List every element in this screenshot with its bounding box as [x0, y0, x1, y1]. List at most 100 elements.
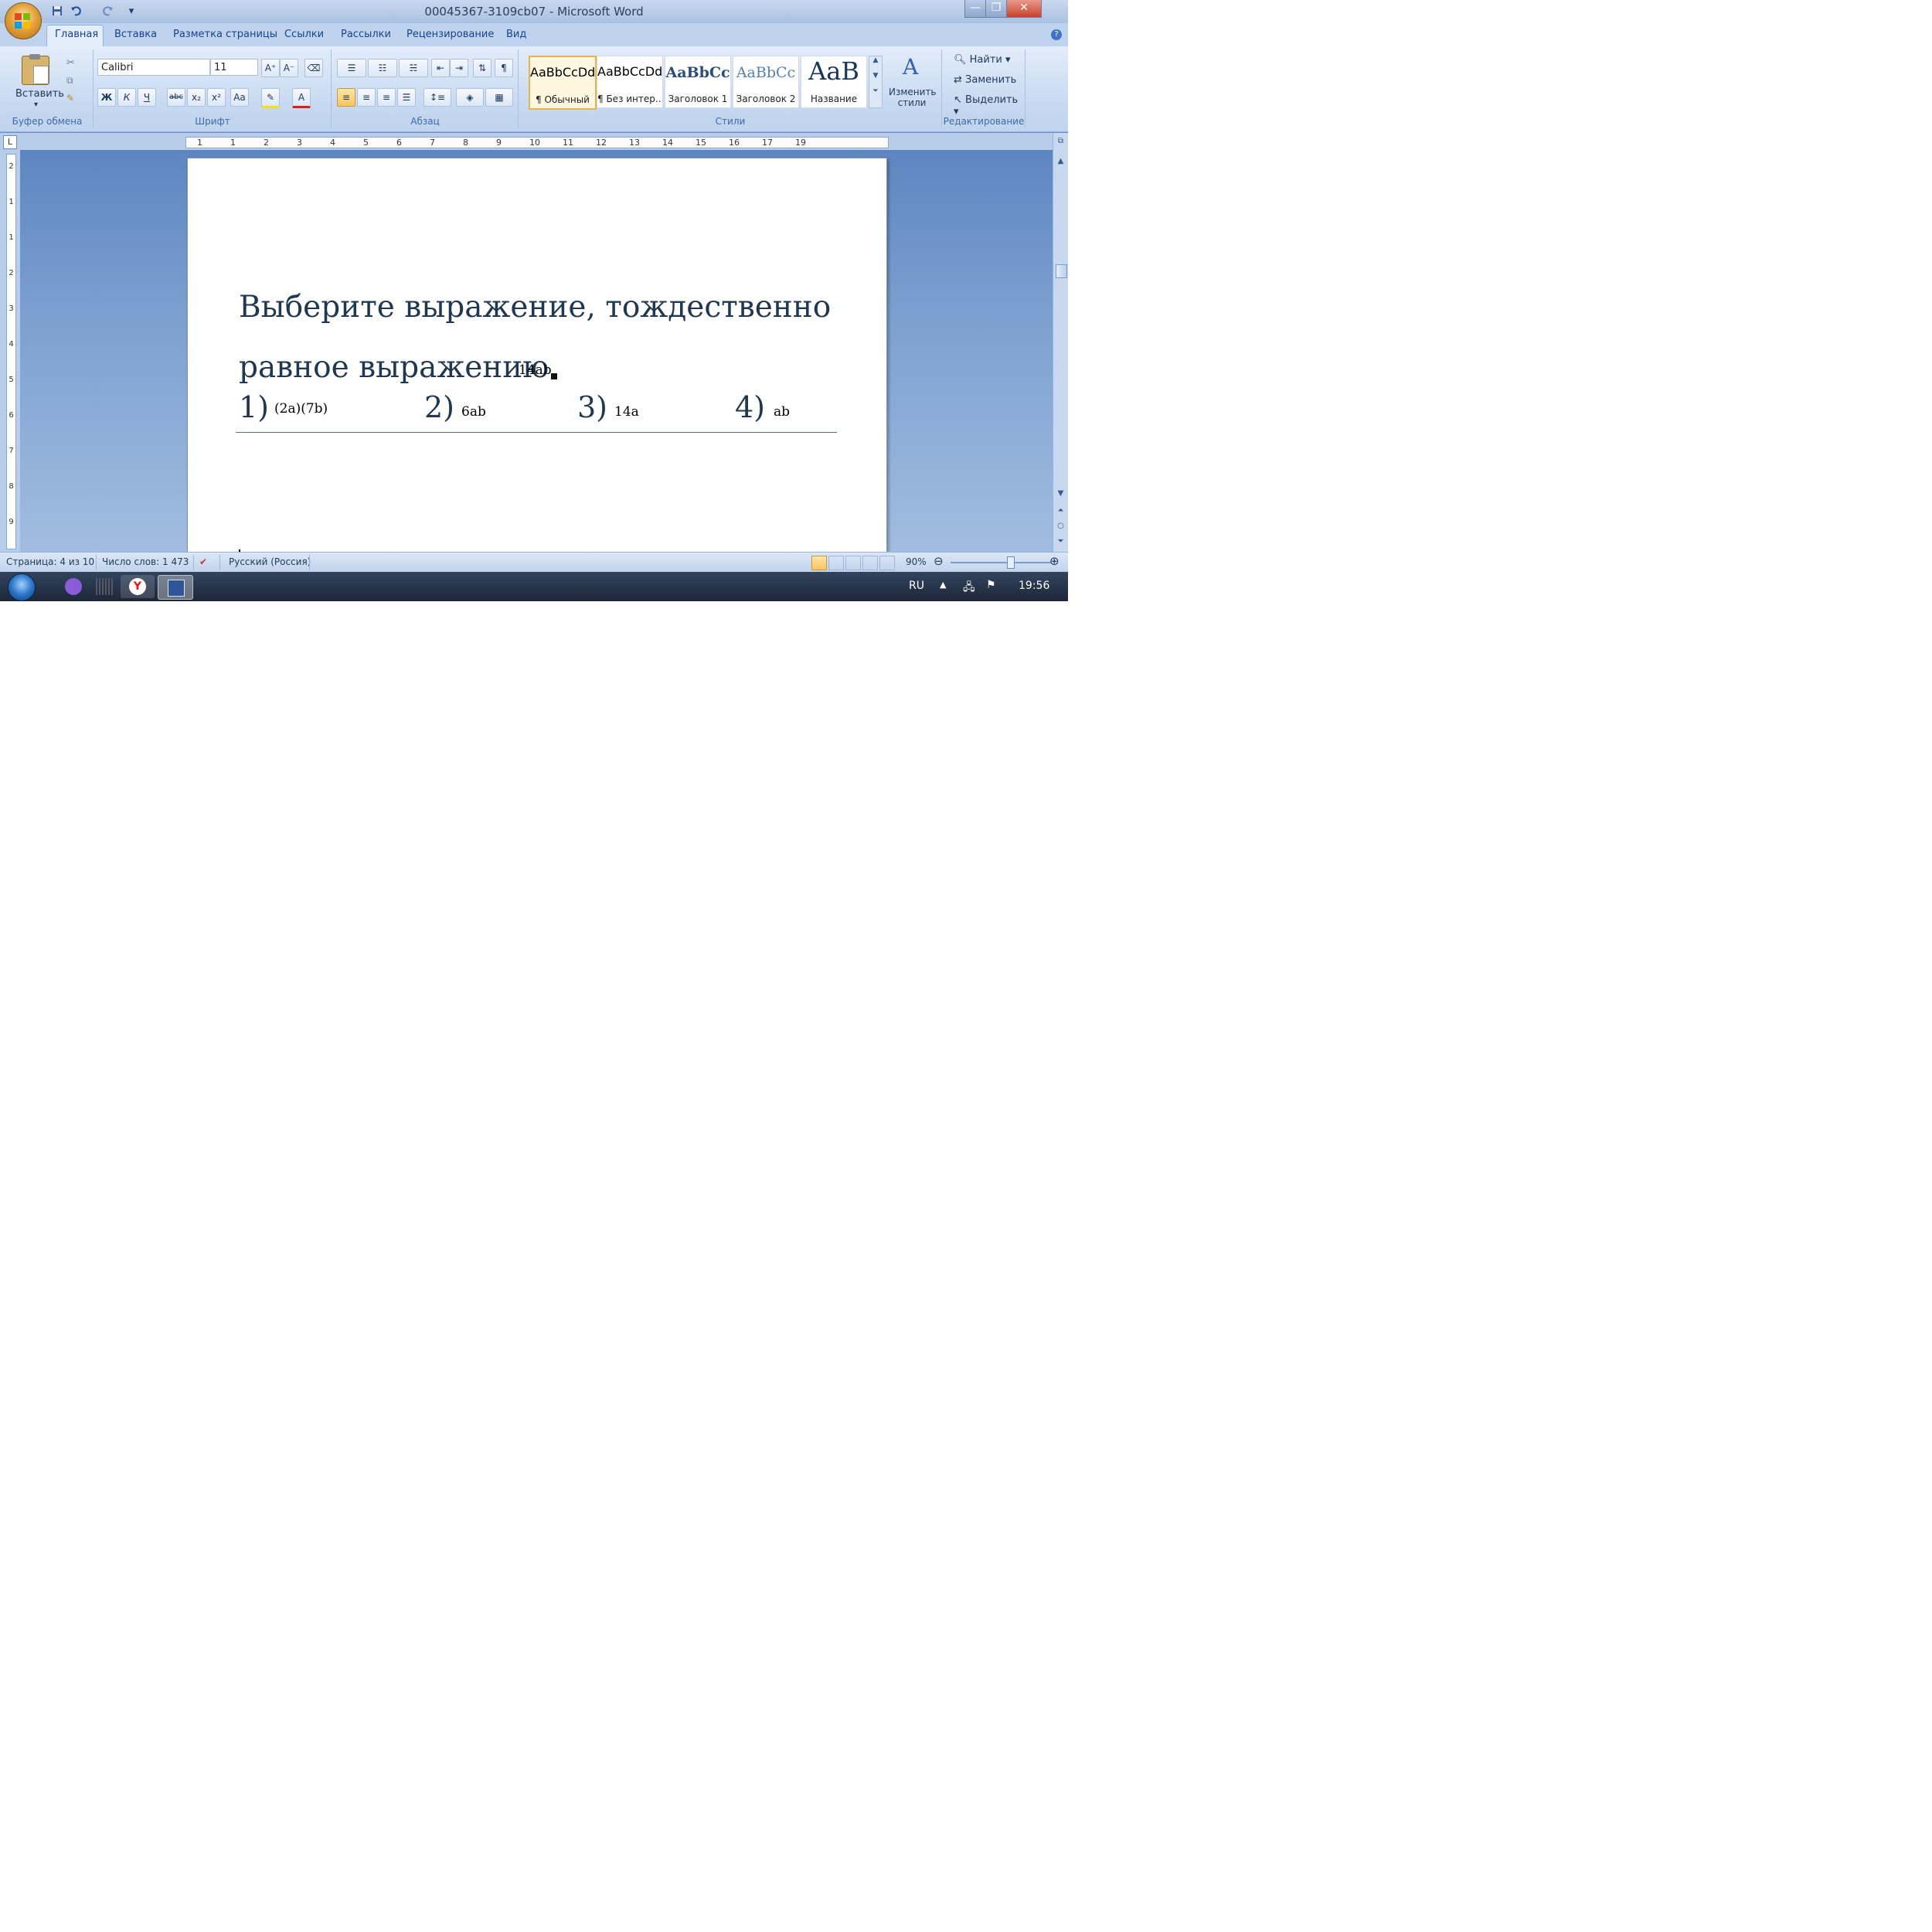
- increase-indent-button[interactable]: ⇥: [450, 59, 468, 77]
- word-taskbar-button[interactable]: [158, 575, 193, 600]
- browse-object-icon[interactable]: ○: [1055, 521, 1066, 532]
- tab-page-layout[interactable]: Разметка страницы: [173, 29, 277, 40]
- proofing-icon[interactable]: ✔: [199, 556, 207, 567]
- next-page-icon[interactable]: ⏷: [1055, 536, 1066, 547]
- close-button[interactable]: ✕: [1006, 0, 1042, 18]
- align-left-button[interactable]: ≡: [337, 88, 355, 107]
- font-color-button[interactable]: A: [292, 88, 311, 108]
- show-marks-button[interactable]: ¶: [495, 59, 513, 77]
- tab-view[interactable]: Вид: [506, 29, 526, 40]
- horizontal-ruler[interactable]: L 1 1 2 3 4 5 6 7 8 9 10 11 12 13 14 15 16 17 19: [0, 133, 1068, 150]
- styles-gallery-scroll[interactable]: ▲ ▼ ⏷: [869, 56, 883, 108]
- tab-selector[interactable]: L: [3, 135, 17, 149]
- tab-mailings[interactable]: Рассылки: [341, 29, 391, 40]
- replace-button[interactable]: ⇄ Заменить: [954, 74, 1016, 86]
- shading-button[interactable]: ◈: [456, 88, 484, 107]
- zoom-out-icon[interactable]: ⊖: [934, 554, 944, 568]
- network-icon[interactable]: 🖧︎: [963, 579, 975, 597]
- vertical-ruler[interactable]: 2 1 1 2 3 4 5 6 7 8 9: [0, 150, 20, 552]
- draft-view-icon[interactable]: [879, 556, 895, 570]
- numbering-button[interactable]: ☷: [368, 59, 397, 77]
- bold-button[interactable]: Ж: [97, 88, 116, 107]
- ruler-number: 4: [9, 340, 14, 349]
- multilevel-list-button[interactable]: ☵: [399, 59, 428, 77]
- change-case-button[interactable]: Aa: [230, 88, 249, 107]
- align-right-button[interactable]: ≡: [377, 88, 396, 107]
- office-button[interactable]: [5, 2, 42, 39]
- zoom-slider-thumb[interactable]: [1007, 556, 1015, 569]
- alice-icon[interactable]: [65, 578, 82, 595]
- line-spacing-button[interactable]: ↕≡: [423, 88, 451, 107]
- tab-home-label[interactable]: Главная: [55, 29, 98, 40]
- zoom-slider[interactable]: [951, 562, 1051, 563]
- copy-icon[interactable]: ⧉: [66, 75, 73, 87]
- style-title[interactable]: AaB Название: [801, 56, 867, 108]
- superscript-button[interactable]: x²: [207, 88, 226, 107]
- web-layout-view-icon[interactable]: [845, 556, 861, 570]
- status-word-count[interactable]: Число слов: 1 473: [102, 556, 189, 567]
- clear-format-button[interactable]: ⌫: [304, 59, 323, 77]
- sort-button[interactable]: ⇅: [473, 59, 492, 77]
- borders-button[interactable]: ▦: [485, 88, 513, 107]
- align-center-button[interactable]: ≡: [357, 88, 376, 107]
- replace-label: Заменить: [965, 74, 1017, 86]
- style-heading-1[interactable]: AaBbCc Заголовок 1: [665, 56, 731, 108]
- paste-button[interactable]: Вставить: [15, 88, 64, 100]
- ruler-track: 1 1 2 3 4 5 6 7 8 9 10 11 12 13 14 15 16 17 19: [185, 137, 889, 148]
- show-hidden-icons-icon[interactable]: ▲: [940, 580, 946, 590]
- question-expression: 14ab: [519, 362, 552, 378]
- scroll-thumb[interactable]: [1056, 264, 1067, 278]
- font-name-combo[interactable]: Calibri: [97, 59, 210, 76]
- font-size-combo[interactable]: 11: [210, 59, 258, 76]
- status-language[interactable]: Русский (Россия): [229, 556, 311, 567]
- scroll-down-icon[interactable]: ▼: [1055, 488, 1066, 499]
- justify-button[interactable]: ☰: [397, 88, 416, 107]
- restore-button[interactable]: ❐: [985, 0, 1007, 18]
- vertical-scrollbar[interactable]: ⧉ ▲ ▼ ⏶ ○ ⏷: [1053, 133, 1068, 552]
- tab-references[interactable]: Ссылки: [284, 29, 324, 40]
- style-normal[interactable]: AaBbCcDd ¶ Обычный: [529, 56, 597, 110]
- select-label: Выделить: [965, 94, 1019, 106]
- clock[interactable]: 19:56: [1019, 580, 1049, 592]
- find-button[interactable]: 🔍︎ Найти ▾: [954, 54, 1011, 66]
- change-styles-button[interactable]: A Изменить стили: [889, 53, 937, 111]
- language-indicator[interactable]: RU: [909, 580, 924, 592]
- ruler-number: 3: [297, 138, 302, 148]
- zoom-in-icon[interactable]: ⊕: [1049, 554, 1060, 568]
- help-icon[interactable]: ?: [1051, 29, 1062, 40]
- tab-review[interactable]: Рецензирование: [406, 29, 494, 40]
- full-screen-view-icon[interactable]: [828, 556, 844, 570]
- paste-icon[interactable]: [22, 54, 49, 85]
- group-label-styles: Стили: [519, 114, 941, 128]
- style-sample: AaBbCc: [736, 64, 796, 81]
- grow-font-button[interactable]: A⁺: [261, 59, 280, 77]
- bullets-button[interactable]: ☰: [337, 59, 366, 77]
- grid-app-icon[interactable]: [96, 578, 113, 595]
- highlight-button[interactable]: ✎: [261, 88, 280, 108]
- style-no-spacing[interactable]: AaBbCcDd ¶ Без интер...: [597, 56, 663, 108]
- yandex-browser-button[interactable]: Y: [121, 575, 155, 598]
- previous-page-icon[interactable]: ⏶: [1055, 505, 1066, 516]
- cut-icon[interactable]: ✂: [66, 57, 75, 69]
- shrink-font-button[interactable]: A⁻: [280, 59, 298, 77]
- action-center-flag-icon[interactable]: ⚑: [986, 579, 996, 591]
- decrease-indent-button[interactable]: ⇤: [431, 59, 450, 77]
- outline-view-icon[interactable]: [862, 556, 878, 570]
- subscript-button[interactable]: x₂: [187, 88, 206, 107]
- zoom-level[interactable]: 90%: [906, 556, 927, 567]
- minimize-button[interactable]: —: [964, 0, 986, 18]
- option-4-expression: ab: [774, 404, 791, 420]
- italic-button[interactable]: К: [117, 88, 136, 107]
- status-page[interactable]: Страница: 4 из 10: [6, 556, 94, 567]
- scroll-up-icon[interactable]: ▲: [1055, 156, 1066, 167]
- strikethrough-button[interactable]: abc: [167, 88, 185, 107]
- style-heading-2[interactable]: AaBbCc Заголовок 2: [733, 56, 799, 108]
- paste-dropdown-icon[interactable]: ▾: [34, 100, 38, 109]
- underline-button[interactable]: Ч: [138, 88, 156, 107]
- document-page[interactable]: Выберите выражение, тождественно равное …: [187, 158, 887, 561]
- tab-insert[interactable]: Вставка: [114, 29, 157, 40]
- view-ruler-icon[interactable]: ⧉: [1055, 136, 1066, 147]
- print-layout-view-icon[interactable]: [811, 556, 827, 570]
- start-button[interactable]: [8, 573, 36, 601]
- format-painter-icon[interactable]: ✎: [66, 93, 74, 104]
